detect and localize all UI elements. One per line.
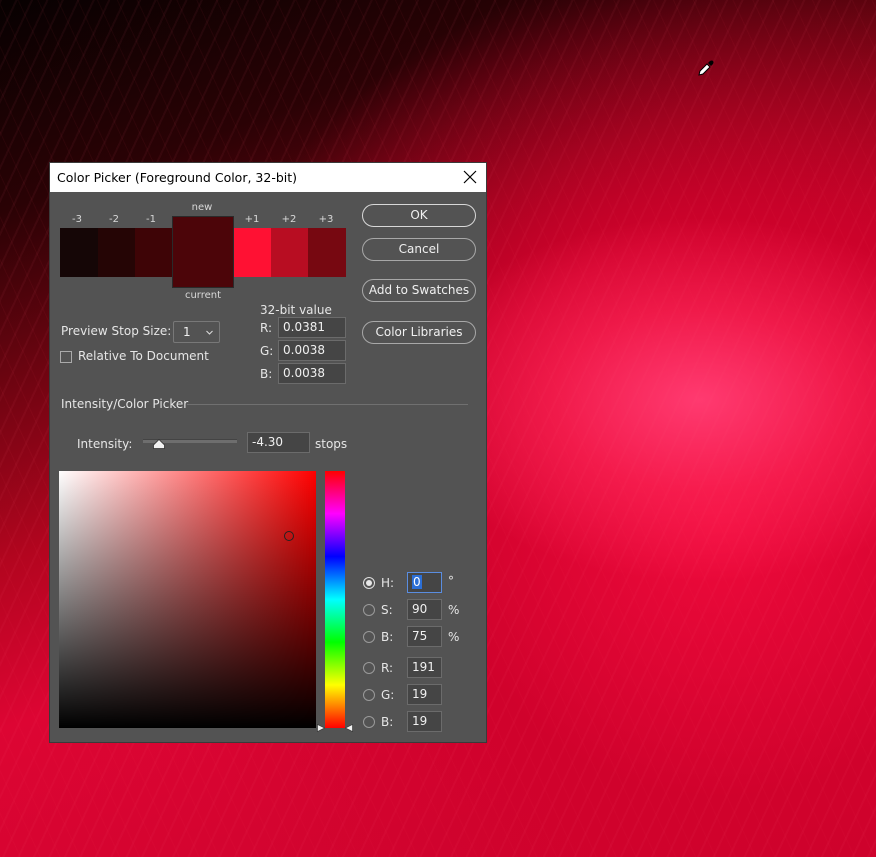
color-field[interactable] [59,471,316,728]
s-field[interactable]: 90 [407,599,442,620]
intensity-color-picker-section-label: Intensity/Color Picker [61,397,189,411]
ok-button[interactable]: OK [362,204,476,227]
bit32-r-field[interactable]: 0.0381 [278,317,346,338]
stop-swatch-minus3[interactable] [60,228,98,277]
h-unit: ° [448,574,454,588]
h-field[interactable]: 0 [407,572,442,593]
preview-stop-size-label: Preview Stop Size: [61,324,172,338]
h-field-value: 0 [412,575,422,589]
bit32-g-field[interactable]: 0.0038 [278,340,346,361]
stop-swatch-minus1[interactable] [135,228,172,277]
stop-swatch-minus2[interactable] [98,228,135,277]
intensity-slider-thumb[interactable] [153,439,165,449]
stop-label-minus1: -1 [146,214,156,225]
relative-to-document-label: Relative To Document [78,349,209,363]
stop-label-plus3: +3 [318,214,334,225]
bit32-title: 32-bit value [260,303,332,317]
s-radio[interactable] [363,604,375,616]
eyedropper-cursor-icon [698,60,714,76]
b-field[interactable]: 75 [407,626,442,647]
h-radio[interactable] [363,577,375,589]
r-label: R: [381,661,394,675]
b-radio[interactable] [363,631,375,643]
hue-slider-right-arrow-icon[interactable] [345,724,353,732]
hue-slider[interactable] [325,471,345,728]
stop-label-minus2: -2 [109,214,119,225]
stop-label-plus1: +1 [244,214,260,225]
r-field[interactable]: 191 [407,657,442,678]
color-field-marker[interactable] [284,531,294,541]
hue-slider-left-arrow-icon[interactable] [317,724,325,732]
relative-to-document-checkbox[interactable] [60,351,72,363]
chevron-down-icon [206,330,213,335]
g-radio[interactable] [363,689,375,701]
stop-swatch-plus1[interactable] [234,228,271,277]
bit32-g-label: G: [260,344,274,358]
g-field[interactable]: 19 [407,684,442,705]
current-label: current [184,290,222,301]
section-divider [187,404,468,405]
bit32-b-label: B: [260,367,273,381]
stop-swatch-plus2[interactable] [271,228,308,277]
g-label: G: [381,688,395,702]
s-unit: % [448,603,460,617]
bit32-b-field[interactable]: 0.0038 [278,363,346,384]
stop-label-minus3: -3 [72,214,82,225]
preview-stop-size-value: 1 [183,325,191,339]
new-label: new [191,202,213,213]
dialog-title: Color Picker (Foreground Color, 32-bit) [57,170,298,185]
new-current-swatch [172,216,234,288]
r-radio[interactable] [363,662,375,674]
color-picker-dialog: Color Picker (Foreground Color, 32-bit) … [49,162,487,743]
cancel-button[interactable]: Cancel [362,238,476,261]
stop-swatch-plus3[interactable] [308,228,346,277]
intensity-field[interactable]: -4.30 [247,432,310,453]
stop-label-plus2: +2 [281,214,297,225]
preview-stop-size-select[interactable]: 1 [173,321,220,343]
s-label: S: [381,603,393,617]
color-libraries-button[interactable]: Color Libraries [362,321,476,344]
dialog-titlebar: Color Picker (Foreground Color, 32-bit) [50,163,486,192]
blue-field[interactable]: 19 [407,711,442,732]
blue-label: B: [381,715,394,729]
close-icon[interactable] [462,169,478,185]
intensity-label: Intensity: [77,437,133,451]
h-label: H: [381,576,395,590]
bit32-r-label: R: [260,321,273,335]
b-unit: % [448,630,460,644]
intensity-unit: stops [315,437,348,451]
blue-radio[interactable] [363,716,375,728]
b-label: B: [381,630,394,644]
add-to-swatches-button[interactable]: Add to Swatches [362,279,476,302]
